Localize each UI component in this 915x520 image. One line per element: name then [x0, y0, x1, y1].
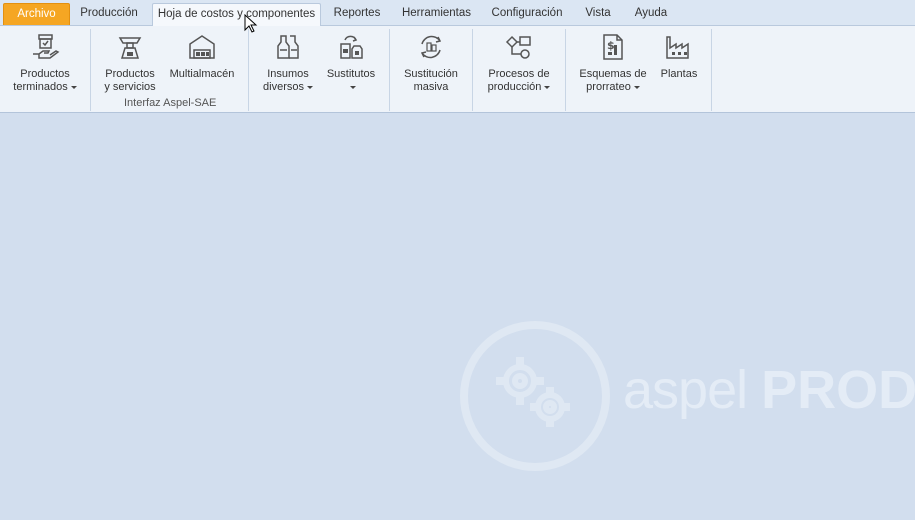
svg-text:$: $	[607, 39, 615, 52]
ribbon-separator	[90, 29, 91, 111]
watermark-text-prod: PROD	[761, 360, 915, 420]
sustitucion-masiva-label-1: Sustitución	[404, 68, 458, 80]
insumos-diversos-label-2: diversos	[263, 81, 304, 93]
ribbon-separator	[389, 29, 390, 111]
procesos-produccion-label-2: producción	[487, 81, 542, 93]
process-flow-icon	[504, 32, 534, 62]
esquemas-prorrateo-button[interactable]: $ Esquemas de prorrateo	[575, 32, 651, 94]
sustitutos-button[interactable]: Sustitutos	[322, 32, 380, 94]
ribbon-panel: Productos terminados Productos y servici…	[0, 26, 915, 113]
esquemas-prorrateo-label-1: Esquemas de	[579, 68, 647, 80]
cost-document-icon: $	[598, 32, 628, 62]
hand-product-icon	[30, 32, 60, 62]
tab-archivo[interactable]: Archivo	[3, 3, 70, 25]
group-label-interfaz-aspel-sae: Interfaz Aspel-SAE	[124, 97, 217, 109]
watermark-text-aspel: aspel	[623, 360, 748, 420]
ribbon-separator	[711, 29, 712, 111]
ribbon-separator	[248, 29, 249, 111]
procesos-produccion-button[interactable]: Procesos de producción	[482, 32, 556, 94]
dropdown-arrow-icon	[349, 85, 356, 89]
productos-servicios-button[interactable]: Productos y servicios	[99, 32, 161, 94]
productos-terminados-button[interactable]: Productos terminados	[8, 32, 82, 94]
substitutes-icon	[336, 32, 366, 62]
productos-servicios-label-2: y servicios	[104, 81, 156, 93]
supplies-icon	[273, 32, 303, 62]
plantas-button[interactable]: Plantas	[656, 32, 702, 81]
dropdown-arrow-icon	[633, 85, 640, 89]
ribbon-separator	[472, 29, 473, 111]
productos-terminados-label-2: terminados	[13, 81, 68, 93]
dropdown-arrow-icon	[544, 85, 551, 89]
mass-substitution-icon	[416, 32, 446, 62]
sustitutos-label: Sustitutos	[326, 68, 376, 80]
tab-reportes[interactable]: Reportes	[329, 3, 385, 24]
sustitucion-masiva-label-2: masiva	[413, 81, 449, 93]
sustitucion-masiva-button[interactable]: Sustitución masiva	[398, 32, 464, 94]
esquemas-prorrateo-label-2: prorrateo	[586, 81, 631, 93]
tab-herramientas[interactable]: Herramientas	[399, 3, 474, 24]
gears-icon	[496, 357, 570, 427]
insumos-diversos-button[interactable]: Insumos diversos	[258, 32, 318, 94]
dropdown-arrow-icon	[306, 85, 313, 89]
multialmacen-button[interactable]: Multialmacén	[167, 32, 237, 81]
tab-produccion[interactable]: Producción	[74, 3, 144, 24]
products-services-icon	[115, 32, 145, 62]
tab-ayuda[interactable]: Ayuda	[630, 3, 672, 24]
warehouse-icon	[187, 32, 217, 62]
insumos-diversos-label-1: Insumos	[267, 68, 309, 80]
productos-servicios-label-1: Productos	[105, 68, 155, 80]
tab-vista[interactable]: Vista	[580, 3, 616, 24]
aspel-prod-watermark: aspel PROD	[460, 321, 915, 471]
multialmacen-label: Multialmacén	[169, 68, 235, 80]
productos-terminados-label-1: Productos	[20, 68, 70, 80]
factory-icon	[664, 32, 694, 62]
ribbon-tab-bar: Archivo Producción Hoja de costos y comp…	[0, 0, 915, 27]
mouse-cursor-icon	[244, 14, 258, 33]
ribbon-separator	[565, 29, 566, 111]
plantas-label: Plantas	[660, 68, 698, 80]
procesos-produccion-label-1: Procesos de	[488, 68, 550, 80]
dropdown-arrow-icon	[70, 85, 77, 89]
tab-configuracion[interactable]: Configuración	[488, 3, 566, 24]
tab-hoja-de-costos[interactable]: Hoja de costos y componentes	[152, 3, 321, 27]
